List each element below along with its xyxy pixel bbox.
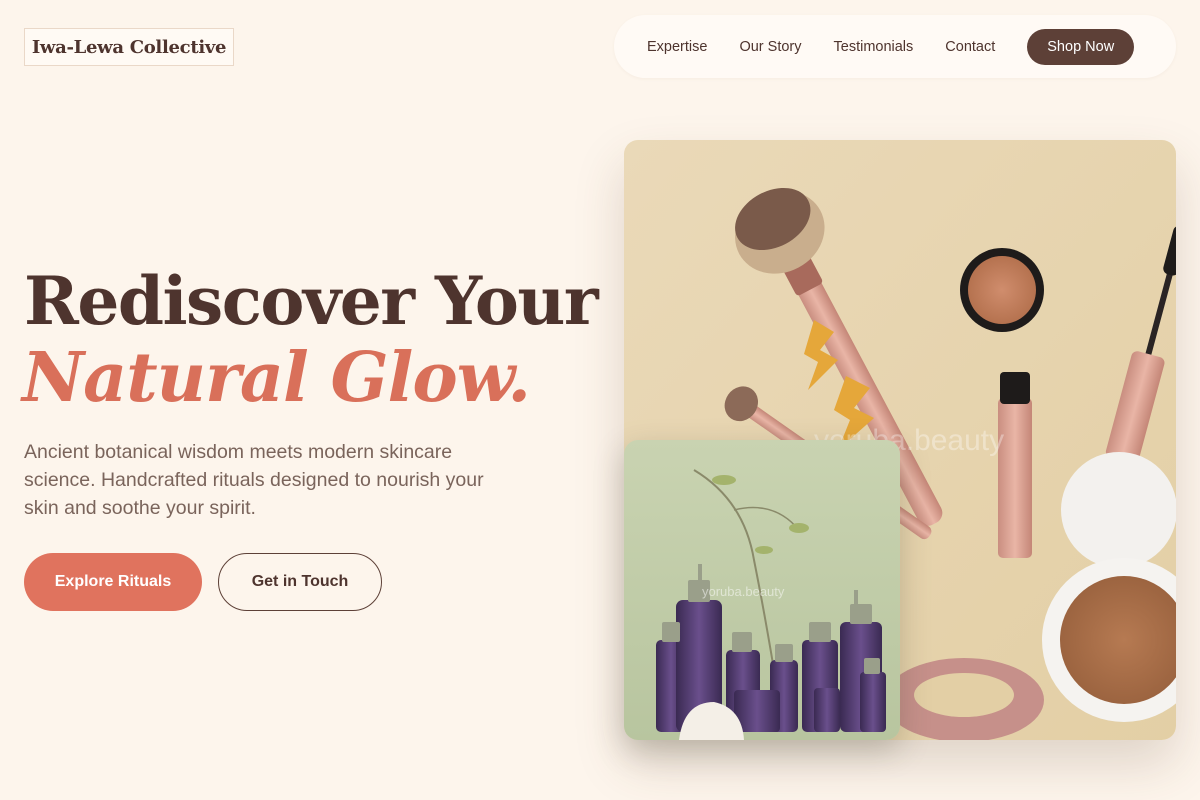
hero-headline-accent: Natural Glow. bbox=[22, 338, 531, 418]
hero-bottles-image: yoruba.beauty bbox=[624, 440, 900, 740]
nav-link-expertise[interactable]: Expertise bbox=[647, 39, 707, 55]
shop-now-button[interactable]: Shop Now bbox=[1027, 28, 1135, 65]
nav-link-our-story[interactable]: Our Story bbox=[739, 39, 801, 55]
main-nav: Expertise Our Story Testimonials Contact… bbox=[614, 15, 1176, 78]
nav-link-testimonials[interactable]: Testimonials bbox=[834, 39, 914, 55]
get-in-touch-button[interactable]: Get in Touch bbox=[218, 553, 382, 611]
nav-link-contact[interactable]: Contact bbox=[945, 39, 995, 55]
hero-description: Ancient botanical wisdom meets modern sk… bbox=[24, 441, 484, 519]
hero-headline: Rediscover Your bbox=[24, 262, 599, 340]
brand-logo[interactable]: Iwa-Lewa Collective bbox=[24, 28, 234, 66]
overlay-image-watermark: yoruba.beauty bbox=[702, 584, 785, 599]
bottles-illustration: yoruba.beauty bbox=[624, 440, 900, 740]
explore-rituals-button[interactable]: Explore Rituals bbox=[24, 553, 202, 611]
